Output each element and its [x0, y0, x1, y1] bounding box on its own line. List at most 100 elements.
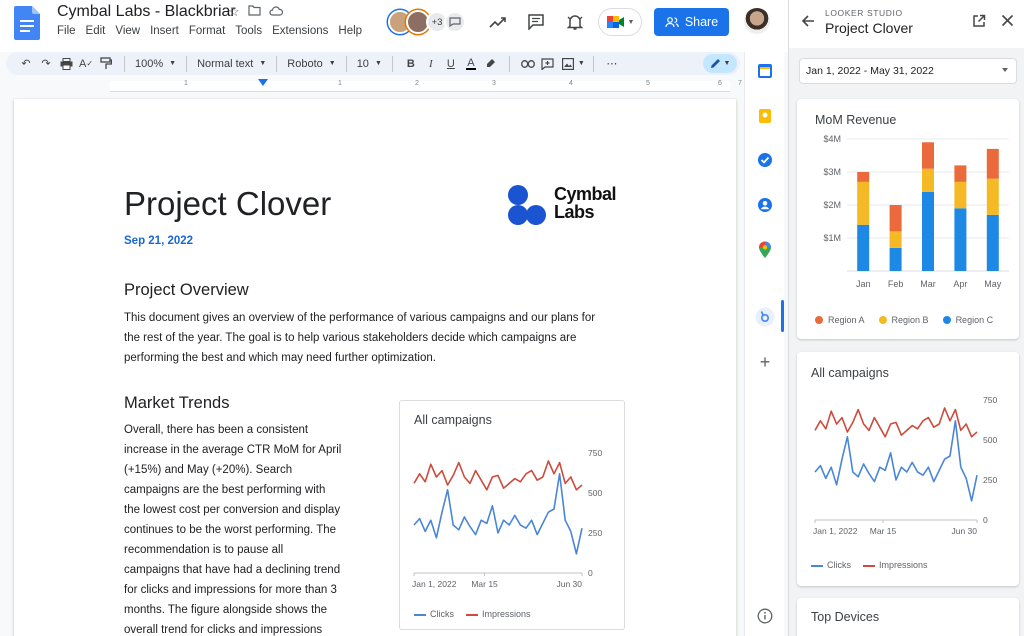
info-icon[interactable] [753, 604, 777, 628]
highlight-icon[interactable] [481, 54, 501, 74]
chevron-down-icon[interactable]: ▼ [578, 60, 585, 67]
overview-paragraph[interactable]: This document gives an overview of the p… [124, 308, 595, 368]
editing-mode-button[interactable]: ▼ [703, 54, 737, 73]
user-avatar[interactable] [744, 8, 770, 34]
document-canvas[interactable]: Project Clover Sep 21, 2022 Cymbal Labs … [10, 93, 742, 636]
menu-edit[interactable]: Edit [81, 25, 111, 37]
link-icon[interactable] [518, 54, 538, 74]
document-title[interactable]: Cymbal Labs - Blackbriar [57, 3, 236, 21]
top-devices-card[interactable]: Top Devices [797, 598, 1019, 636]
menu-format[interactable]: Format [184, 25, 230, 37]
activity-trend-icon[interactable] [486, 10, 510, 34]
menu-tools[interactable]: Tools [230, 25, 267, 37]
contacts-icon[interactable] [753, 193, 777, 217]
panel-title: Project Clover [825, 20, 913, 36]
spellcheck-icon[interactable]: A ✓ [76, 54, 96, 74]
redo-icon[interactable]: ↷ [36, 54, 56, 74]
docs-logo-icon[interactable] [14, 6, 40, 40]
back-arrow-icon[interactable] [801, 14, 815, 33]
embedded-campaigns-chart[interactable]: All campaigns 0 250 500 750 Jan 1, 2022 Mar 1… [399, 400, 625, 630]
y-tick-label: 500 [983, 435, 997, 445]
menu-insert[interactable]: Insert [145, 25, 184, 37]
mom-revenue-card[interactable]: MoM Revenue $1M $2M $3M $4M Jan Feb Mar Apr May … [797, 99, 1019, 339]
active-indicator [781, 300, 784, 332]
bold-icon[interactable]: B [401, 54, 421, 74]
move-folder-icon[interactable] [248, 4, 261, 20]
paragraph-style-select[interactable]: Normal text ▼ [195, 58, 268, 70]
menu-extensions[interactable]: Extensions [267, 25, 333, 37]
italic-icon[interactable]: I [421, 54, 441, 74]
meet-icon [606, 16, 624, 28]
chart-legend: Clicks Impressions [811, 560, 928, 570]
notification-bell-icon[interactable] [563, 10, 587, 34]
star-icon[interactable]: ☆ [228, 4, 240, 20]
legend-impressions: Impressions [466, 609, 531, 619]
font-select[interactable]: Roboto ▼ [285, 58, 337, 70]
vertical-ruler[interactable] [0, 93, 10, 636]
paint-format-icon[interactable] [96, 54, 116, 74]
open-external-icon[interactable] [972, 14, 986, 33]
series-line-impressions [814, 407, 978, 438]
insert-image-icon[interactable] [558, 54, 578, 74]
text-color-icon[interactable]: A [461, 54, 481, 74]
add-comment-icon[interactable] [538, 54, 558, 74]
tasks-icon[interactable] [753, 148, 777, 172]
chevron-down-icon: ▼ [169, 60, 177, 67]
x-tick-label: Jun 30 [951, 526, 977, 536]
chart-title: All campaigns [811, 366, 889, 380]
meet-button[interactable]: ▼ [598, 8, 642, 36]
legend-clicks: Clicks [414, 609, 454, 619]
horizontal-ruler[interactable]: 1 1 2 3 4 5 6 7 [0, 79, 744, 93]
calendar-icon[interactable] [753, 59, 777, 83]
document-page[interactable]: Project Clover Sep 21, 2022 Cymbal Labs … [14, 99, 736, 636]
underline-icon[interactable]: U [441, 54, 461, 74]
chart-legend: Clicks Impressions [414, 609, 531, 619]
keep-icon[interactable] [753, 104, 777, 128]
all-campaigns-card[interactable]: All campaigns 0 250 500 750 Jan 1, 2022 Mar 1… [797, 352, 1019, 586]
comment-history-icon[interactable] [524, 10, 548, 34]
maps-icon[interactable] [753, 238, 777, 262]
menu-help[interactable]: Help [333, 25, 367, 37]
font-size-select[interactable]: 10 ▼ [355, 58, 384, 70]
looker-studio-icon[interactable] [753, 305, 777, 329]
chat-icon[interactable] [444, 11, 466, 33]
y-tick-label: $4M [823, 134, 841, 144]
bar-segment-region-a [857, 172, 870, 182]
legend-region-a: Region A [815, 315, 865, 325]
panel-subtitle: LOOKER STUDIO [825, 8, 903, 18]
zoom-select[interactable]: 100% ▼ [133, 58, 178, 70]
more-options-icon[interactable]: ⋯ [602, 54, 622, 74]
y-tick-label: 250 [983, 475, 997, 485]
indent-marker[interactable] [258, 79, 268, 86]
undo-icon[interactable]: ↶ [16, 54, 36, 74]
x-tick-label: Jun 30 [556, 579, 582, 589]
chart-legend: Region A Region B Region C [815, 315, 993, 325]
y-tick-label: 750 [588, 448, 602, 458]
menu-view[interactable]: View [110, 25, 145, 37]
doc-title-heading[interactable]: Project Clover [124, 185, 331, 223]
formatting-toolbar: ↶ ↷ A ✓ 100% ▼ Normal text ▼ Roboto ▼ 10 ▼ B … [6, 52, 740, 75]
date-range-select[interactable]: Jan 1, 2022 - May 31, 2022 [799, 58, 1017, 84]
share-button[interactable]: Share [654, 8, 729, 36]
bar-segment-region-a [986, 148, 999, 179]
chevron-down-icon: ▼ [723, 60, 731, 67]
legend-impressions: Impressions [863, 560, 928, 570]
add-addon-icon[interactable]: + [753, 350, 777, 374]
section-heading-overview[interactable]: Project Overview [124, 281, 249, 300]
font-size-value: 10 [356, 57, 369, 70]
market-trends-paragraph[interactable]: Overall, there has been a consistent inc… [124, 420, 341, 636]
chart-title: MoM Revenue [815, 113, 897, 127]
doc-date[interactable]: Sep 21, 2022 [124, 235, 193, 247]
legend-region-c: Region C [942, 315, 993, 325]
panel-header: LOOKER STUDIO Project Clover [789, 0, 1024, 48]
series-line-clicks [413, 472, 583, 555]
print-icon[interactable] [56, 54, 76, 74]
menu-file[interactable]: File [57, 25, 81, 37]
series-line-impressions [413, 460, 583, 491]
section-heading-market-trends[interactable]: Market Trends [124, 394, 229, 413]
cloud-saved-icon[interactable] [269, 4, 283, 20]
close-icon[interactable] [1001, 14, 1014, 32]
legend-clicks: Clicks [811, 560, 851, 570]
ruler-mark: 7 [738, 80, 742, 87]
font-value: Roboto [287, 57, 323, 70]
